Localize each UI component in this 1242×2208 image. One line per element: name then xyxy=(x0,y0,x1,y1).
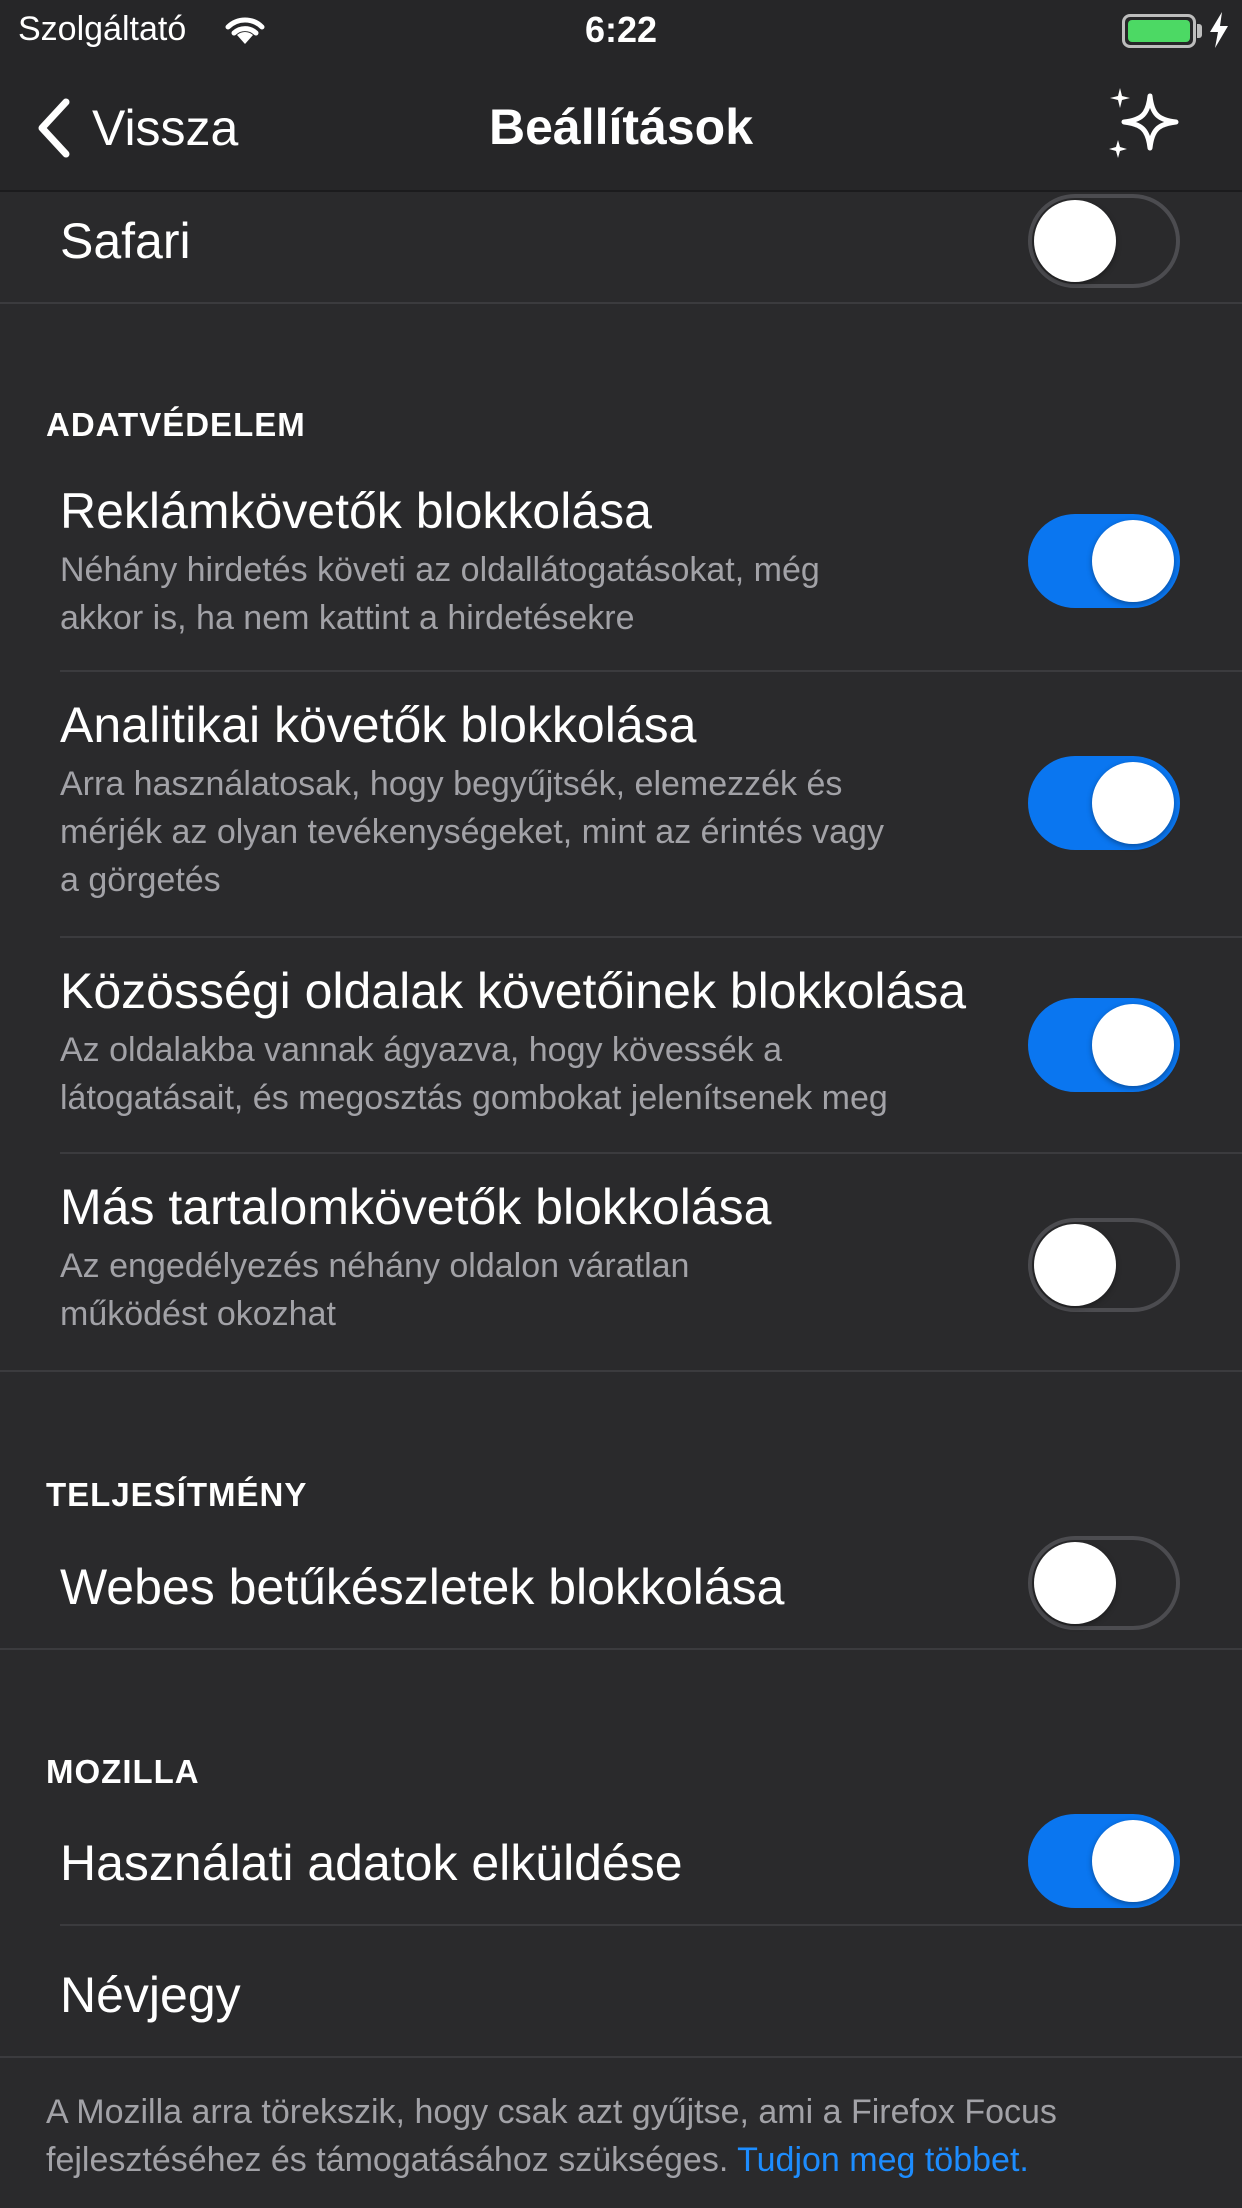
row-title: Reklámkövetők blokkolása xyxy=(60,483,652,539)
charging-bolt-icon xyxy=(1210,12,1228,48)
row-description: Néhány hirdetés követi az oldallátogatás… xyxy=(60,551,820,637)
divider xyxy=(0,1370,1242,1372)
row-description: Arra használatosak, hogy begyűjtsék, ele… xyxy=(60,765,884,899)
row-title: Más tartalomkövetők blokkolása xyxy=(60,1179,772,1235)
row-title: Használati adatok elküldése xyxy=(60,1835,683,1891)
safari-row: Safari xyxy=(0,194,1242,302)
footer-note: A Mozilla arra törekszik, hogy csak azt … xyxy=(46,2093,1057,2179)
mozilla-row-send-usage-data: Használati adatok elküldése xyxy=(0,1812,1242,1924)
row-title: Webes betűkészletek blokkolása xyxy=(60,1559,785,1615)
safari-toggle[interactable] xyxy=(1028,194,1180,288)
privacy-row-social-trackers: Közösségi oldalak követőinek blokkolása … xyxy=(0,938,1242,1152)
divider xyxy=(0,2056,1242,2058)
row-title: Analitikai követők blokkolása xyxy=(60,697,697,753)
section-header-privacy: ADATVÉDELEM xyxy=(46,406,306,443)
mozilla-row-about[interactable]: Névjegy xyxy=(0,1926,1242,2056)
send-usage-data-toggle[interactable] xyxy=(1028,1814,1180,1908)
social-trackers-toggle[interactable] xyxy=(1028,998,1180,1092)
privacy-row-ad-trackers: Reklámkövetők blokkolása Néhány hirdetés… xyxy=(0,470,1242,670)
navigation-bar: Szolgáltató 6:22 Vissza Beállítások xyxy=(0,0,1242,192)
analytics-trackers-toggle[interactable] xyxy=(1028,756,1180,850)
section-header-mozilla: MOZILLA xyxy=(46,1753,200,1790)
status-time: 6:22 xyxy=(584,9,658,50)
page-title: Beállítások xyxy=(488,99,753,155)
status-bar: Szolgáltató 6:22 xyxy=(0,0,1242,62)
ad-trackers-toggle[interactable] xyxy=(1028,514,1180,608)
sparkle-icon[interactable] xyxy=(1104,84,1186,166)
privacy-row-analytics-trackers: Analitikai követők blokkolása Arra haszn… xyxy=(0,672,1242,936)
row-description: Az engedélyezés néhány oldalon váratlan … xyxy=(60,1247,690,1333)
row-title: Közösségi oldalak követőinek blokkolása xyxy=(60,963,967,1019)
privacy-row-content-trackers: Más tartalomkövetők blokkolása Az engedé… xyxy=(0,1154,1242,1370)
safari-label: Safari xyxy=(60,213,191,269)
battery-cap xyxy=(1197,24,1202,38)
learn-more-link[interactable]: Tudjon meg többet. xyxy=(737,2141,1029,2179)
content-trackers-toggle[interactable] xyxy=(1028,1218,1180,1312)
battery-icon xyxy=(1122,14,1196,48)
performance-row-web-fonts: Webes betűkészletek blokkolása xyxy=(0,1536,1242,1648)
section-header-performance: TELJESÍTMÉNY xyxy=(46,1476,308,1513)
row-description: Az oldalakba vannak ágyazva, hogy kövess… xyxy=(60,1031,888,1117)
about-label: Névjegy xyxy=(60,1967,241,2023)
divider xyxy=(0,302,1242,304)
web-fonts-toggle[interactable] xyxy=(1028,1536,1180,1630)
divider xyxy=(0,1648,1242,1650)
